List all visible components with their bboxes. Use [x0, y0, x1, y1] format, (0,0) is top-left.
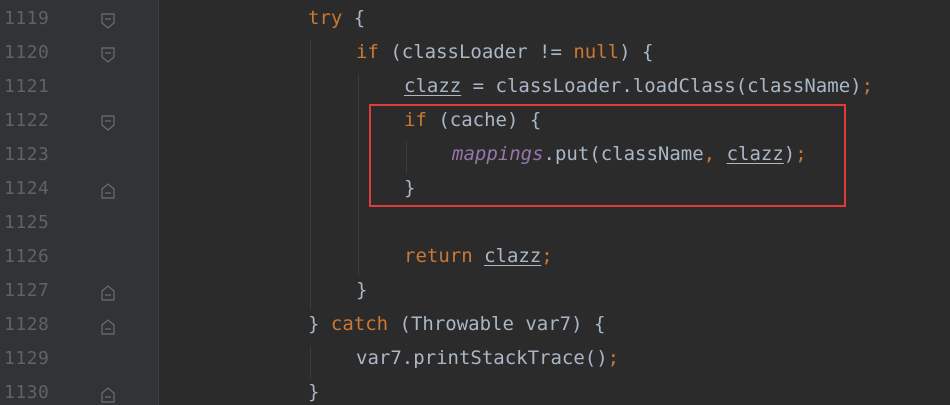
code-line[interactable]: 1127} — [0, 275, 950, 309]
line-number: 1125 — [4, 212, 50, 233]
code-token: clazz — [484, 245, 542, 267]
fold-end-icon[interactable] — [100, 285, 116, 301]
line-number: 1128 — [4, 314, 50, 335]
line-number: 1127 — [4, 280, 50, 301]
fold-end-icon[interactable] — [100, 387, 116, 403]
code-line[interactable]: 1130} — [0, 377, 950, 405]
code-text: var7.printStackTrace(); — [356, 347, 619, 369]
code-text: } — [356, 279, 367, 301]
code-text: } catch (Throwable var7) { — [308, 313, 605, 335]
fold-end-icon[interactable] — [100, 319, 116, 335]
code-token: } — [356, 279, 368, 301]
code-line[interactable]: 1119 try { — [0, 3, 950, 37]
code-token: clazz — [404, 75, 462, 97]
code-token: ; — [541, 245, 553, 267]
code-line[interactable]: 1120 if (classLoader != null) { — [0, 37, 950, 71]
code-text: if (classLoader != null) { — [356, 41, 653, 63]
line-number: 1129 — [4, 348, 50, 369]
fold-collapse-icon[interactable] — [100, 47, 116, 63]
code-token: var7.printStackTrace() — [356, 347, 608, 369]
code-line[interactable]: 1121 clazz = classLoader.loadClass(classN… — [0, 71, 950, 105]
code-token: try — [308, 7, 343, 29]
code-text: return clazz; — [404, 245, 553, 267]
line-number: 1122 — [4, 110, 50, 131]
code-text: } — [308, 381, 319, 403]
line-number: 1126 — [4, 246, 50, 267]
code-token: ; — [861, 75, 874, 97]
line-number: 1119 — [4, 8, 50, 29]
code-token: if — [356, 41, 379, 63]
code-token: ) { — [619, 41, 654, 63]
fold-collapse-icon[interactable] — [100, 13, 116, 29]
code-token: ; — [607, 347, 620, 369]
line-number: 1120 — [4, 42, 50, 63]
code-token: = classLoader.loadClass(className) — [461, 75, 862, 97]
code-line[interactable]: 1126 return clazz; — [0, 241, 950, 275]
fold-collapse-icon[interactable] — [100, 115, 116, 131]
code-token: (classLoader != — [378, 41, 574, 63]
highlight-annotation-box — [369, 104, 846, 207]
code-token: return — [404, 245, 473, 267]
code-line[interactable]: 1128} catch (Throwable var7) { — [0, 309, 950, 343]
code-token: (Throwable var7) { — [388, 313, 606, 335]
line-number: 1124 — [4, 178, 50, 199]
code-editor[interactable]: 1119 try {1120 if (classLoader != null) {1… — [0, 0, 950, 405]
code-token: } — [308, 313, 320, 335]
code-token: } — [308, 381, 320, 403]
code-token: { — [342, 7, 366, 29]
fold-end-icon[interactable] — [100, 183, 116, 199]
line-number: 1121 — [4, 76, 50, 97]
code-text: clazz = classLoader.loadClass(className)… — [404, 75, 873, 97]
code-line[interactable]: 1129 var7.printStackTrace(); — [0, 343, 950, 377]
code-line[interactable]: 1125 — [0, 207, 950, 241]
line-number: 1130 — [4, 382, 50, 403]
code-token: catch — [319, 313, 389, 335]
code-text: try { — [308, 7, 365, 29]
line-number: 1123 — [4, 144, 50, 165]
code-token: null — [573, 41, 620, 63]
